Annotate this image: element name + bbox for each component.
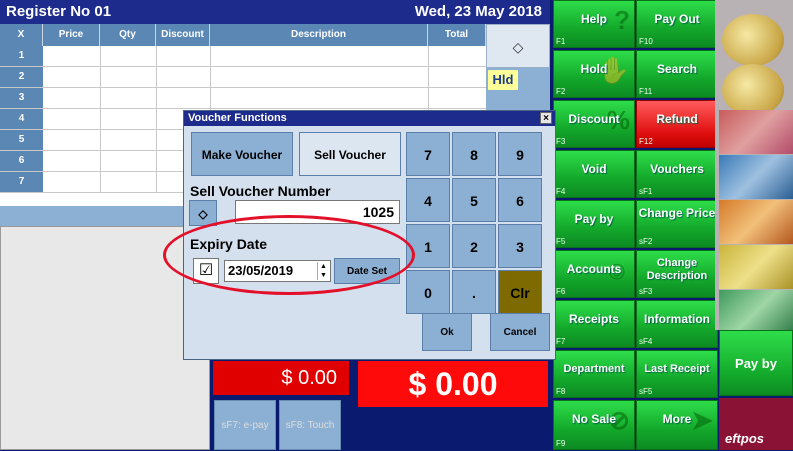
coin-two-dollar-icon[interactable] xyxy=(722,14,784,66)
row-number: 3 xyxy=(0,88,43,108)
sell-voucher-number-label: Sell Voucher Number xyxy=(190,183,331,199)
void-button[interactable]: Void F4 xyxy=(553,150,635,198)
column-header-description: Description xyxy=(210,24,428,46)
vouchers-button[interactable]: Vouchers sF1 xyxy=(636,150,718,198)
epay-button[interactable]: sF7: e-pay xyxy=(214,400,276,450)
dialog-title: Voucher Functions × xyxy=(184,111,555,126)
line-total: $ 0.00 xyxy=(213,361,349,395)
change-description-button[interactable]: Change Description sF3 xyxy=(636,250,718,298)
table-row[interactable]: 2 xyxy=(0,67,486,88)
keypad-decimal[interactable]: . xyxy=(452,270,496,314)
eraser-icon[interactable]: ◇ xyxy=(486,24,550,68)
hold-button[interactable]: ✋ Hold F2 xyxy=(553,50,635,98)
help-button[interactable]: ? Help F1 xyxy=(553,0,635,48)
more-button[interactable]: ➤ More xyxy=(636,400,718,450)
change-price-button[interactable]: Change Price sF2 xyxy=(636,200,718,248)
note-twenty-dollar-icon[interactable] xyxy=(719,200,793,244)
pay-by-button[interactable]: Pay by F5 xyxy=(553,200,635,248)
row-number: 7 xyxy=(0,172,43,192)
sell-voucher-button[interactable]: Sell Voucher xyxy=(299,132,401,176)
keypad-9[interactable]: 9 xyxy=(498,132,542,176)
receipts-button[interactable]: Receipts F7 xyxy=(553,300,635,348)
last-receipt-button[interactable]: Last Receipt sF5 xyxy=(636,350,718,398)
accounts-button[interactable]: ☺ Accounts F6 xyxy=(553,250,635,298)
keypad-4[interactable]: 4 xyxy=(406,178,450,222)
cancel-button[interactable]: Cancel xyxy=(490,313,550,351)
department-button[interactable]: Department F8 xyxy=(553,350,635,398)
coin-one-dollar-icon[interactable] xyxy=(722,64,784,116)
keypad-5[interactable]: 5 xyxy=(452,178,496,222)
row-number: 6 xyxy=(0,151,43,171)
row-number: 1 xyxy=(0,46,43,66)
note-five-dollar-icon[interactable] xyxy=(719,110,793,154)
note-hundred-dollar-icon[interactable] xyxy=(719,290,793,334)
column-header-discount: Discount xyxy=(156,24,210,46)
column-header-x: X xyxy=(0,24,43,46)
make-voucher-button[interactable]: Make Voucher xyxy=(191,132,293,176)
register-date: Wed, 23 May 2018 xyxy=(414,3,542,20)
eftpos-label: eftpos xyxy=(725,431,764,446)
information-button[interactable]: Information sF4 xyxy=(636,300,718,348)
table-row[interactable]: 1 xyxy=(0,46,486,67)
grand-total: $ 0.00 xyxy=(358,361,548,407)
column-header-total: Total xyxy=(428,24,486,46)
ok-button[interactable]: Ok xyxy=(422,313,472,351)
keypad-clear[interactable]: Clr xyxy=(498,270,542,314)
keypad-0[interactable]: 0 xyxy=(406,270,450,314)
discount-button[interactable]: % Discount F3 xyxy=(553,100,635,148)
search-button[interactable]: Search F11 xyxy=(636,50,718,98)
row-number: 4 xyxy=(0,109,43,129)
close-icon[interactable]: × xyxy=(540,112,552,124)
no-sale-button[interactable]: ⊘ No Sale F9 xyxy=(553,400,635,450)
touch-button[interactable]: sF8: Touch xyxy=(279,400,341,450)
dialog-title-text: Voucher Functions xyxy=(188,112,287,124)
pay-out-button[interactable]: Pay Out F10 xyxy=(636,0,718,48)
register-title: Register No 01 xyxy=(6,3,112,20)
note-ten-dollar-icon[interactable] xyxy=(719,155,793,199)
eftpos-button[interactable]: eftpos xyxy=(719,398,793,450)
column-header-qty: Qty xyxy=(100,24,156,46)
hold-indicator[interactable]: Hld xyxy=(488,70,518,90)
keypad-8[interactable]: 8 xyxy=(452,132,496,176)
keypad-7[interactable]: 7 xyxy=(406,132,450,176)
table-row[interactable]: 3 xyxy=(0,88,486,109)
keypad-3[interactable]: 3 xyxy=(498,224,542,268)
keypad-2[interactable]: 2 xyxy=(452,224,496,268)
column-header-price: Price xyxy=(43,24,100,46)
pay-by-large-button[interactable]: Pay by xyxy=(719,330,793,396)
register-header: Register No 01 Wed, 23 May 2018 xyxy=(0,0,550,24)
highlight-circle xyxy=(163,215,415,295)
keypad-6[interactable]: 6 xyxy=(498,178,542,222)
refund-button[interactable]: Refund F12 xyxy=(636,100,718,148)
note-fifty-dollar-icon[interactable] xyxy=(719,245,793,289)
row-number: 5 xyxy=(0,130,43,150)
row-number: 2 xyxy=(0,67,43,87)
